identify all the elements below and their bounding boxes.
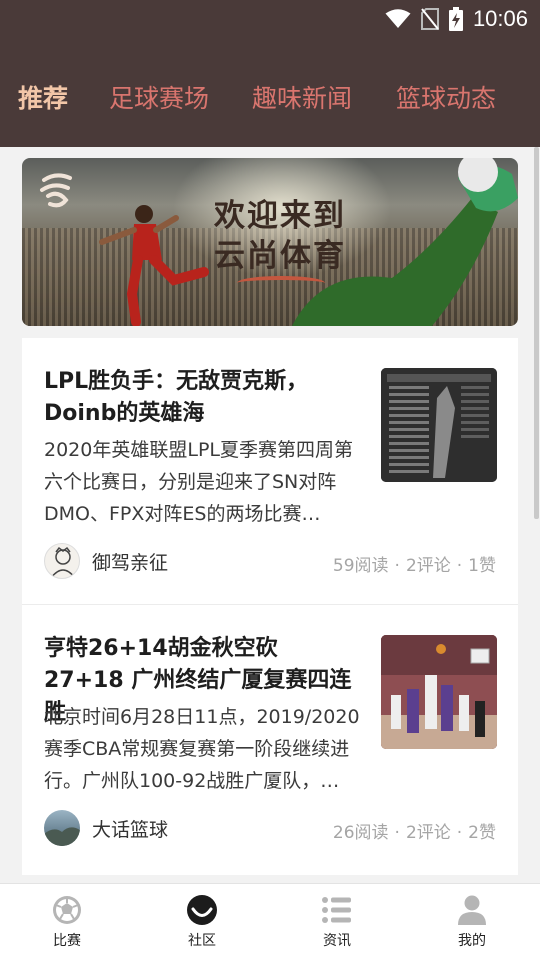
nav-label: 资讯 [323,933,351,949]
banner-decoration-arc [237,276,325,290]
soccer-ball-icon [53,896,81,924]
status-icons: 10:06 [385,5,528,33]
comment-count: 2评论 [405,556,451,576]
separator-dot: · [456,823,463,843]
separator-dot: · [394,823,400,843]
status-time: 10:06 [472,6,528,31]
tab-football[interactable]: 足球赛场 [109,80,209,118]
list-icon [322,897,351,923]
nav-item-match[interactable]: 比赛 [27,894,107,950]
tab-recommend[interactable]: 推荐 [18,80,68,118]
separator-dot: · [394,556,400,576]
author-name[interactable]: 御驾亲征 [92,548,168,575]
comment-count: 2评论 [405,823,451,843]
no-sim-icon [420,8,439,30]
article-stats: 59阅读 · 2评论 · 1赞 [333,551,496,576]
scrollbar[interactable] [534,147,539,519]
article-summary: 北京时间6月28日11点，2019/2020赛季CBA常规赛复赛第一阶段继续进行… [44,706,360,792]
read-count: 26阅读 [332,823,389,843]
author-name[interactable]: 大话篮球 [92,815,168,842]
article-thumbnail[interactable] [381,368,497,482]
user-icon [458,895,486,925]
nav-item-news[interactable]: 资讯 [297,894,377,950]
battery-charging-icon [448,7,463,31]
article-author[interactable]: 大话篮球 [44,809,168,847]
banner-line-1: 欢迎来到 [214,198,346,234]
status-bar: 10:06 [0,0,540,38]
like-count: 1赞 [468,556,496,576]
brand-logo-icon [40,173,72,208]
author-avatar[interactable] [44,543,80,579]
app-header: 10:06 推荐 足球赛场 趣味新闻 篮球动态 [0,0,540,147]
author-avatar[interactable] [44,810,80,846]
bottom-navigation: 比赛 社区 资讯 我的 [0,883,540,960]
welcome-banner[interactable]: 欢迎来到 云尚体育 [22,158,518,326]
banner-headline: 欢迎来到 云尚体育 [190,196,370,276]
article-card[interactable]: LPL胜负手：无敌贾克斯，Doinb的英雄海 2020年英雄联盟LPL夏季赛第四… [22,338,518,604]
nav-item-community[interactable]: 社区 [162,894,242,950]
like-count: 2赞 [468,823,496,843]
nav-label: 社区 [188,933,216,949]
article-author[interactable]: 御驾亲征 [44,542,168,580]
wifi-icon [385,9,411,28]
separator-dot: · [456,556,463,576]
read-count: 59阅读 [332,556,389,576]
nav-label: 我的 [458,933,486,949]
banner-line-2: 云尚体育 [214,238,346,274]
community-icon [187,895,217,925]
tab-basketball[interactable]: 篮球动态 [396,80,496,118]
nav-label: 比赛 [53,933,81,949]
tab-fun-news[interactable]: 趣味新闻 [252,80,352,118]
article-card[interactable]: 亨特26+14胡金秋空砍27+18 广州终结广厦复赛四连胜 北京时间6月28日1… [22,605,518,875]
nav-item-mine[interactable]: 我的 [432,894,512,950]
article-stats: 26阅读 · 2评论 · 2赞 [333,818,496,843]
category-tabs: 推荐 足球赛场 趣味新闻 篮球动态 [0,80,540,120]
article-summary: 2020年英雄联盟LPL夏季赛第四周第六个比赛日，分别是迎来了SN对阵DMO、F… [44,439,353,525]
article-title[interactable]: LPL胜负手：无敌贾克斯，Doinb的英雄海 [44,366,356,430]
article-thumbnail[interactable] [381,635,497,749]
